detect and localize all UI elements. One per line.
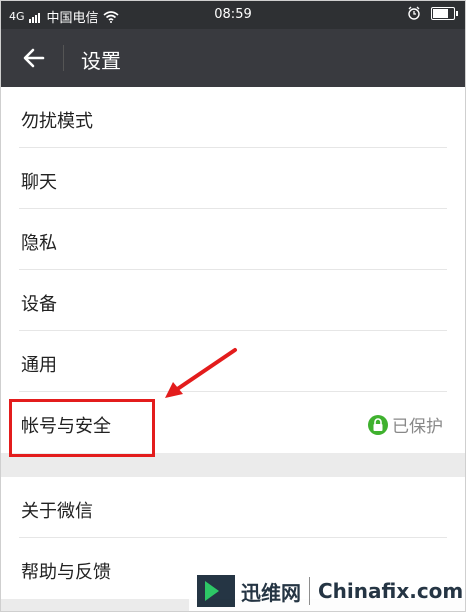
settings-item-devices[interactable]: 设备	[1, 270, 465, 331]
settings-list: 勿扰模式 聊天 隐私 设备 通用 帐号与安全 已保护 关于微信 帮助与反馈	[1, 87, 465, 599]
protection-status: 已保护	[368, 412, 443, 437]
watermark-en: Chinafix.com	[318, 579, 464, 603]
status-right	[407, 6, 458, 20]
settings-item-label: 勿扰模式	[21, 111, 93, 132]
lock-icon	[368, 414, 388, 435]
settings-item-label: 设备	[21, 294, 57, 315]
settings-item-label: 关于微信	[21, 501, 93, 522]
settings-item-chat[interactable]: 聊天	[1, 148, 465, 209]
nav-bar: 设置	[1, 29, 465, 87]
settings-item-privacy[interactable]: 隐私	[1, 209, 465, 270]
watermark-separator	[309, 577, 310, 605]
highlight-box	[9, 399, 155, 457]
protection-status-text: 已保护	[392, 417, 443, 437]
watermark-logo-icon	[197, 575, 235, 607]
nav-divider	[63, 45, 64, 71]
status-time: 08:59	[214, 7, 252, 22]
watermark-cn: 迅维网	[241, 580, 301, 605]
settings-item-label: 通用	[21, 355, 57, 376]
settings-item-about[interactable]: 关于微信	[1, 477, 465, 538]
battery-icon	[431, 6, 458, 20]
alarm-clock-icon	[408, 6, 420, 20]
settings-item-label: 帮助与反馈	[21, 562, 111, 583]
page-title: 设置	[81, 49, 121, 73]
status-bar: 4G 中国电信 08:59	[1, 1, 465, 29]
watermark: 迅维网 Chinafix.com	[189, 569, 465, 611]
arrow-left-icon[interactable]	[21, 45, 47, 71]
annotation-arrow-icon	[165, 348, 237, 398]
phone-screen: 4G 中国电信 08:59 设置 勿扰模式 聊天 隐私 设备 通用 帐号与安全 …	[0, 0, 466, 612]
battery-fill	[433, 8, 449, 18]
settings-item-do-not-disturb[interactable]: 勿扰模式	[1, 87, 465, 148]
settings-item-label: 隐私	[21, 233, 57, 254]
settings-item-label: 聊天	[21, 172, 57, 193]
